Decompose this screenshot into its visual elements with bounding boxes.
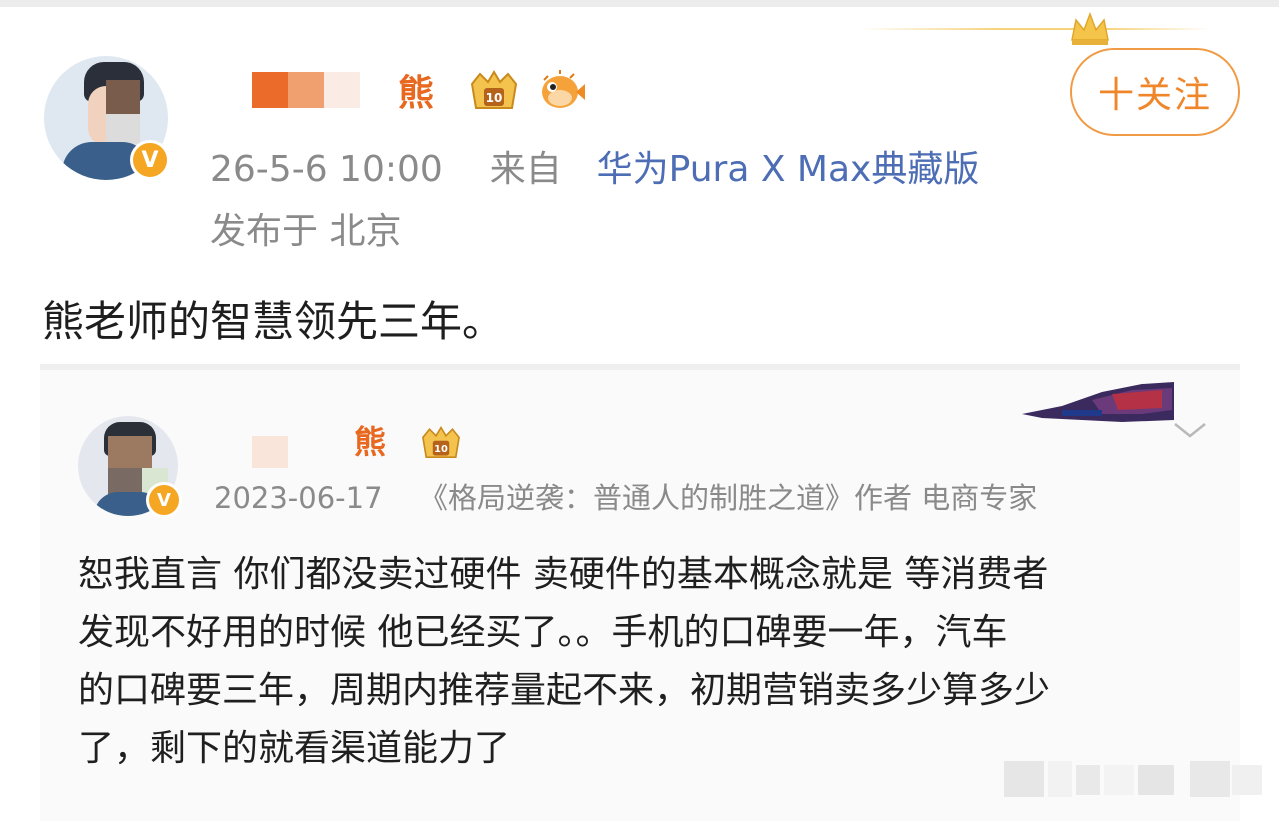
reposted-card-top-border (40, 364, 1240, 370)
post-text: 熊老师的智慧领先三年。 (42, 297, 505, 346)
post-location: 发布于 北京 (210, 211, 402, 252)
repost-level-10-badge-icon: 10 (422, 425, 460, 458)
repost-author-bio: 《格局逆袭：普通人的制胜之道》作者 电商专家 (418, 481, 1038, 515)
chevron-down-icon[interactable] (1172, 420, 1208, 440)
post-meta: 26-5-6 10:00 来自 华为Pura X Max典藏版 (210, 146, 979, 194)
decorative-banner-image (1022, 382, 1174, 422)
repost-meta: 2023-06-17 《格局逆袭：普通人的制胜之道》作者 电商专家 (214, 478, 1037, 518)
repost-verified-badge-icon: V (146, 482, 182, 518)
crown-icon (1071, 11, 1109, 45)
repost-text-line: 发现不好用的时候 他已经买了。。手机的口碑要一年，汽车 (78, 612, 1008, 653)
svg-text:10: 10 (486, 91, 503, 105)
verified-badge-icon: V (130, 140, 170, 180)
level-10-badge-icon: 10 (470, 70, 518, 109)
post-source-prefix: 来自 (489, 149, 562, 190)
blurred-watermark-image (1004, 761, 1262, 797)
repost-text-line: 的口碑要三年，周期内推荐量起不来，初期营销卖多少算多少 (78, 670, 1051, 711)
post-author-name-blurred[interactable] (252, 72, 392, 108)
repost-text: 恕我直言 你们都没卖过硬件 卖硬件的基本概念就是 等消费者 发现不好用的时候 他… (78, 546, 1228, 778)
post-author-name-suffix[interactable]: 熊 (398, 76, 434, 112)
decorative-gold-line (860, 28, 1210, 30)
post-source-device-link[interactable]: 华为Pura X Max典藏版 (597, 149, 980, 190)
post-time: 26-5-6 10:00 (210, 149, 443, 190)
top-divider (0, 0, 1279, 7)
repost-author-name-blurred[interactable] (252, 436, 288, 468)
svg-text:10: 10 (434, 444, 448, 455)
repost-author-name-suffix[interactable]: 熊 (354, 424, 386, 460)
repost-text-line: 恕我直言 你们都没卖过硬件 卖硬件的基本概念就是 等消费者 (78, 554, 1049, 595)
follow-button[interactable]: 十关注 (1070, 48, 1240, 136)
repost-date: 2023-06-17 (214, 481, 383, 515)
pufferfish-emoji-icon (542, 70, 585, 108)
